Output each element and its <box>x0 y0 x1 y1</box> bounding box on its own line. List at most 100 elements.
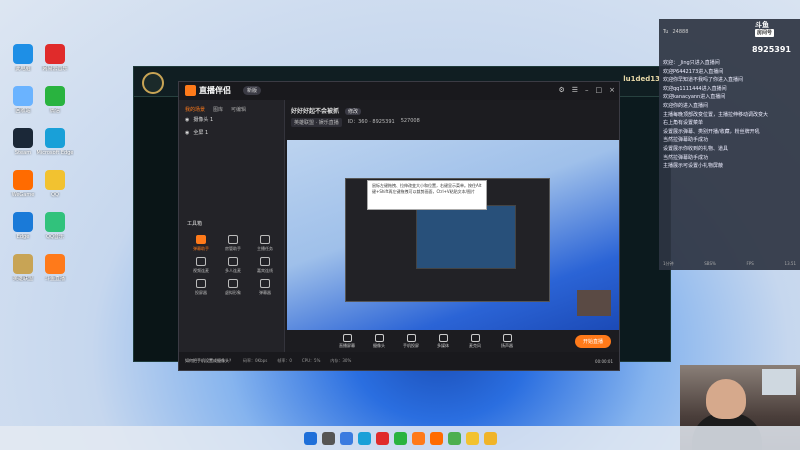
source-icon <box>502 333 512 342</box>
danmaku-message: 欢迎P6442173进入直播间 <box>663 68 724 75</box>
wegame-icon[interactable] <box>429 431 443 445</box>
scene-tabs: 我的场景 图库 可编辑 <box>179 100 284 113</box>
stream-title[interactable]: 好好好起不会被抓 <box>291 108 339 115</box>
scene-item[interactable]: ◉ 摄像头 1 <box>179 113 284 126</box>
eye-icon[interactable]: ◉ <box>185 130 189 136</box>
source-label: 手机投屏 <box>403 342 419 348</box>
danmaku-message: 欢迎qq1111444进入直播间 <box>663 85 727 92</box>
tab-editable[interactable]: 可编辑 <box>231 106 246 113</box>
drag-tip: 鼠标左键拖拽、拉伸改变大小和位置，右键显示菜单。按住Alt键+Shift再左键拖… <box>367 180 487 210</box>
task-view-icon[interactable] <box>339 431 353 445</box>
douyu-icon[interactable] <box>411 431 425 445</box>
qq-icon <box>45 170 65 190</box>
search-icon[interactable] <box>321 431 335 445</box>
tool-label: 弹幕助手 <box>193 246 209 251</box>
webcam-person-head <box>706 379 746 419</box>
wechat-icon[interactable] <box>393 431 407 445</box>
tool-item[interactable]: 房管助手 <box>217 235 249 252</box>
window-controls: ⚙ ☰ – □ × <box>558 86 615 94</box>
category-tag[interactable]: 英雄联盟 · 娱乐直播 <box>291 118 342 127</box>
desktop-icon-label: 微信 <box>49 108 60 114</box>
source-label: 扬声器 <box>501 342 513 348</box>
stream-preview[interactable]: 鼠标左键拖拽、拉伸改变大小和位置，右键显示菜单。按住Alt键+Shift再左键拖… <box>287 140 619 336</box>
source-button[interactable]: 手机投屏 <box>399 333 423 349</box>
desktop-icon[interactable]: QQ音乐 <box>36 212 74 240</box>
scene-name: 全屏 1 <box>193 130 209 136</box>
recycle-bin-icon <box>13 86 33 106</box>
tab-gallery[interactable]: 图库 <box>213 106 223 113</box>
desktop-icon[interactable]: 网易云音乐 <box>36 44 74 72</box>
game-logo-icon <box>142 72 164 94</box>
tool-item[interactable]: 弹幕助手 <box>185 235 217 252</box>
settings-icon[interactable]: ⚙ <box>558 86 564 94</box>
source-label: 多媒体 <box>437 342 449 348</box>
toolbox-title: 工具箱 <box>187 221 203 227</box>
version-badge[interactable]: 新版 <box>243 86 262 95</box>
stream-meta: 英雄联盟 · 娱乐直播 ID：360 · 8925391 527008 <box>291 118 420 127</box>
qq-icon[interactable] <box>465 431 479 445</box>
tool-item[interactable]: 多人连麦 <box>217 257 249 274</box>
tool-item[interactable]: 嘉宾连线 <box>249 257 281 274</box>
minimize-icon[interactable]: – <box>585 86 589 94</box>
viewer-count: 527008 <box>400 118 420 124</box>
overlay-stat: 1分钟 <box>663 261 674 266</box>
start-live-button[interactable]: 开始直播 <box>574 335 611 348</box>
nested-preview-inner <box>416 205 516 269</box>
danmaku-message: 欢迎：_Jing只进入直播间 <box>663 60 720 66</box>
tool-label: 多人连麦 <box>225 268 241 273</box>
source-button[interactable]: 摄像头 <box>367 333 391 349</box>
pc-icon <box>13 44 33 64</box>
danmaku-message: 欢迎你早知道不我吗了你进入直播间 <box>663 77 744 84</box>
overlay-stat: 13.51 <box>784 261 796 266</box>
danmaku-message: 设置展示弹幕、类别开播/收藏，粉丝牌开吼 <box>663 128 760 135</box>
eye-icon[interactable]: ◉ <box>185 117 189 123</box>
overlay-top-item: Tu <box>663 29 669 35</box>
windows-start-icon[interactable] <box>303 431 317 445</box>
close-icon[interactable]: × <box>609 86 615 94</box>
qqmusic-icon <box>45 212 65 232</box>
chrome-icon[interactable] <box>447 431 461 445</box>
danmaku-message: 设置展示你收到的礼物、道具 <box>663 145 729 152</box>
overlay-stat: SBS% <box>704 261 716 266</box>
tab-my-scenes[interactable]: 我的场景 <box>185 106 205 113</box>
tool-item[interactable]: 视频连麦 <box>185 257 217 274</box>
source-button[interactable]: 麦克风 <box>463 333 487 349</box>
tool-label: 房管助手 <box>225 246 241 251</box>
edge-icon[interactable] <box>357 431 371 445</box>
status-bar: 如何把手机设置成摄像头？ 码率：0Kbps 帧率：0 CPU：5% 内存：30%… <box>179 352 619 370</box>
source-button[interactable]: 多媒体 <box>431 333 455 349</box>
source-button[interactable]: 扬声器 <box>495 333 519 349</box>
tool-item[interactable]: 虚拟形象 <box>217 279 249 296</box>
room-id: 8925391 <box>752 45 791 54</box>
camera-source[interactable] <box>577 290 611 316</box>
scene-item[interactable]: ◉ 全屏 1 <box>179 126 284 139</box>
stream-app-window[interactable]: 直播伴侣 新版 ⚙ ☰ – □ × 我的场景 图库 可编辑 ◉ 摄像头 1 ◉ 全屏… <box>178 81 620 371</box>
maximize-icon[interactable]: □ <box>596 86 603 94</box>
camera-help-link[interactable]: 如何把手机设置成摄像头？ <box>185 358 233 364</box>
tool-label: 视频连麦 <box>193 268 209 273</box>
danmaku-message: 主播展示可设置小礼物屏蔽 <box>663 163 724 170</box>
menu-icon[interactable]: ☰ <box>572 86 578 94</box>
desktop-icon[interactable]: 微信 <box>36 86 74 114</box>
tool-label: 虚拟形象 <box>225 290 241 295</box>
desktop-icon[interactable]: QQ <box>36 170 74 198</box>
tool-item[interactable]: 弹幕器 <box>249 279 281 296</box>
tool-item[interactable]: 投屏器 <box>185 279 217 296</box>
desktop-icon-label: 网易云音乐 <box>42 66 68 72</box>
tool-item[interactable]: 主播任务 <box>249 235 281 252</box>
netease-icon[interactable] <box>375 431 389 445</box>
source-icon <box>470 333 480 342</box>
desktop-icon[interactable]: 斗鱼直播 <box>36 254 74 282</box>
source-button[interactable]: 直播屏幕 <box>335 333 359 349</box>
edit-title-button[interactable]: 修改 <box>344 108 361 115</box>
wechat-icon <box>45 86 65 106</box>
danmaku-message: 当然拉弹幕助手成功 <box>663 137 709 144</box>
tool-icon <box>228 279 238 288</box>
explorer-icon[interactable] <box>483 431 497 445</box>
source-toolbar: 直播屏幕 摄像头 手机投屏 多媒体 麦克风 扬声器 <box>285 330 619 352</box>
memory-status: 内存：30% <box>330 358 352 363</box>
desktop-icon[interactable]: Microsoft Edge <box>36 128 74 156</box>
danmaku-list: 欢迎：_Jing只进入直播间 欢迎P6442173进入直播间欢迎你早知道不我吗了你… <box>663 59 797 171</box>
tool-label: 主播任务 <box>257 246 273 251</box>
douyu-logo: 斗鱼 房间号 <box>755 21 775 37</box>
